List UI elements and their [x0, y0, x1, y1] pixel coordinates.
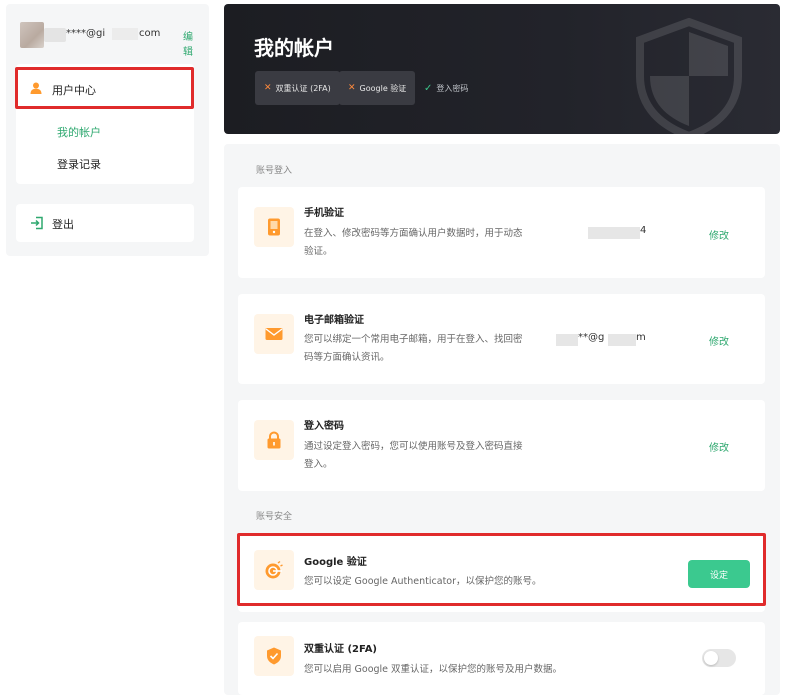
user-info: ****@gi com 编辑 — [20, 22, 200, 58]
menu-user-center-label: 用户中心 — [52, 84, 96, 97]
sidebar: ****@gi com 编辑 用户中心 我的帐户 登录记录 登出 — [6, 4, 209, 256]
logout-button[interactable]: 登出 — [16, 204, 194, 242]
menu-user-center[interactable]: 用户中心 — [16, 64, 194, 110]
toggle-knob — [704, 651, 718, 665]
twofa-title: 双重认证 (2FA) — [304, 644, 378, 655]
authenticator-icon — [254, 550, 294, 590]
status-tag-password-label: 登入密码 — [436, 83, 469, 93]
password-title: 登入密码 — [304, 421, 344, 432]
status-tag-2fa: ✕ 双重认证 (2FA) — [255, 71, 340, 105]
google-setup-button[interactable]: 设定 — [688, 560, 750, 588]
section-security-label: 账号安全 — [256, 512, 293, 522]
password-edit-link[interactable]: 修改 — [709, 439, 729, 454]
twofa-desc: 您可以启用 Google 双重认证，以保护您的账号及用户数据。 — [304, 664, 563, 675]
email-value: **@g — [578, 332, 605, 343]
phone-icon — [254, 207, 294, 247]
cross-icon: ✕ — [264, 83, 272, 93]
redacted-email-domain — [112, 28, 138, 40]
cross-icon: ✕ — [348, 83, 356, 93]
redacted-phone — [588, 227, 640, 239]
lock-icon — [254, 420, 294, 460]
shield-check-icon — [254, 636, 294, 676]
status-tag-google-label: Google 验证 — [359, 83, 407, 93]
account-menu: 用户中心 我的帐户 登录记录 — [16, 64, 194, 184]
status-tag-password: ✓ 登入密码 — [424, 71, 468, 105]
user-icon — [30, 82, 42, 94]
twofa-card: 双重认证 (2FA) 您可以启用 Google 双重认证，以保护您的账号及用户数… — [238, 622, 765, 695]
email-value-tail: m — [636, 332, 646, 343]
menu-my-account[interactable]: 我的帐户 — [57, 124, 101, 140]
google-desc: 您可以设定 Google Authenticator，以保护您的账号。 — [304, 576, 542, 587]
phone-edit-link[interactable]: 修改 — [709, 227, 729, 242]
security-panel: 账号登入 手机验证 在登入、修改密码等方面确认用户数据时，用于动态验证。 4 修… — [224, 144, 780, 695]
account-banner: 我的帐户 ✕ 双重认证 (2FA) ✕ Google 验证 ✓ 登入密码 — [224, 4, 780, 134]
phone-value: 4 — [640, 225, 647, 236]
email-edit-link[interactable]: 修改 — [709, 333, 729, 348]
page-title: 我的帐户 — [254, 36, 334, 60]
password-card: 登入密码 通过设定登入密码，您可以使用账号及登入密码直接登入。 修改 — [238, 400, 765, 491]
logout-icon — [31, 216, 43, 230]
phone-title: 手机验证 — [304, 208, 344, 219]
user-email-tail: com — [139, 28, 161, 39]
shield-icon — [636, 18, 742, 134]
email-desc: 您可以绑定一个常用电子邮箱，用于在登入、找回密码等方面确认资讯。 — [304, 334, 523, 363]
phone-verification-card: 手机验证 在登入、修改密码等方面确认用户数据时，用于动态验证。 4 修改 — [238, 187, 765, 278]
twofa-toggle[interactable] — [702, 649, 736, 667]
edit-profile-link[interactable]: 编辑 — [183, 28, 200, 58]
mail-icon — [254, 314, 294, 354]
email-title: 电子邮箱验证 — [304, 315, 364, 326]
avatar — [20, 22, 44, 48]
status-tag-google: ✕ Google 验证 — [339, 71, 416, 105]
email-verification-card: 电子邮箱验证 您可以绑定一个常用电子邮箱，用于在登入、找回密码等方面确认资讯。 … — [238, 294, 765, 384]
menu-login-history[interactable]: 登录记录 — [57, 156, 101, 172]
google-title: Google 验证 — [304, 557, 367, 568]
check-icon: ✓ — [424, 82, 433, 94]
redacted-email-user — [556, 334, 578, 346]
password-desc: 通过设定登入密码，您可以使用账号及登入密码直接登入。 — [304, 441, 523, 470]
redacted-email-domain — [608, 334, 636, 346]
redacted-email-part — [44, 28, 66, 42]
status-tag-2fa-label: 双重认证 (2FA) — [275, 83, 331, 93]
google-auth-card: Google 验证 您可以设定 Google Authenticator，以保护… — [238, 536, 765, 612]
user-email: ****@gi — [66, 28, 106, 39]
phone-desc: 在登入、修改密码等方面确认用户数据时，用于动态验证。 — [304, 228, 523, 257]
section-login-label: 账号登入 — [256, 166, 293, 176]
logout-label: 登出 — [52, 218, 74, 231]
